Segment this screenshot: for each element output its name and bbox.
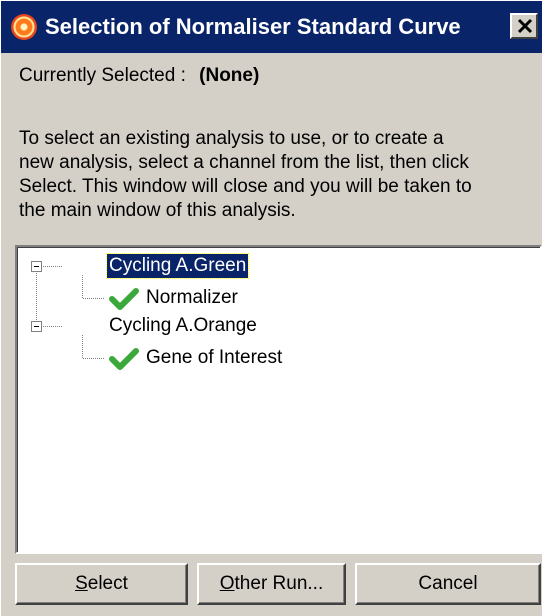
tree-node-cycling-orange[interactable]: Cycling A.Orange — [107, 314, 259, 338]
other-run-mnemonic: O — [219, 573, 235, 594]
collapse-toggle-icon[interactable] — [31, 321, 42, 332]
tree-node-cycling-green[interactable]: Cycling A.Green — [105, 253, 250, 279]
close-icon — [517, 18, 533, 34]
current-selection: Currently Selected : (None) — [19, 65, 259, 87]
app-logo-icon — [11, 14, 37, 40]
current-selection-value: (None) — [199, 65, 260, 86]
dialog-window: Selection of Normaliser Standard Curve C… — [0, 0, 542, 616]
select-mnemonic: S — [75, 573, 88, 594]
select-label: elect — [87, 573, 128, 594]
collapse-toggle-icon[interactable] — [31, 261, 42, 272]
instructions-text: To select an existing analysis to use, o… — [19, 128, 472, 221]
close-button[interactable] — [510, 13, 538, 39]
tree-node-gene-of-interest[interactable]: Gene of Interest — [144, 346, 284, 370]
current-selection-label: Currently Selected : — [19, 65, 186, 86]
check-icon — [109, 288, 139, 310]
check-icon — [109, 348, 139, 370]
other-run-label: ther Run... — [234, 573, 324, 594]
other-run-button[interactable]: Other Run... — [197, 563, 346, 605]
cancel-button[interactable]: Cancel — [355, 563, 541, 605]
window-title: Selection of Normaliser Standard Curve — [45, 14, 461, 39]
channel-tree[interactable]: Cycling A.Green Normalizer Cycling A.Ora… — [15, 245, 542, 554]
tree-node-normalizer[interactable]: Normalizer — [144, 286, 240, 310]
select-button[interactable]: Select — [15, 563, 188, 605]
title-bar[interactable]: Selection of Normaliser Standard Curve — [1, 1, 542, 53]
